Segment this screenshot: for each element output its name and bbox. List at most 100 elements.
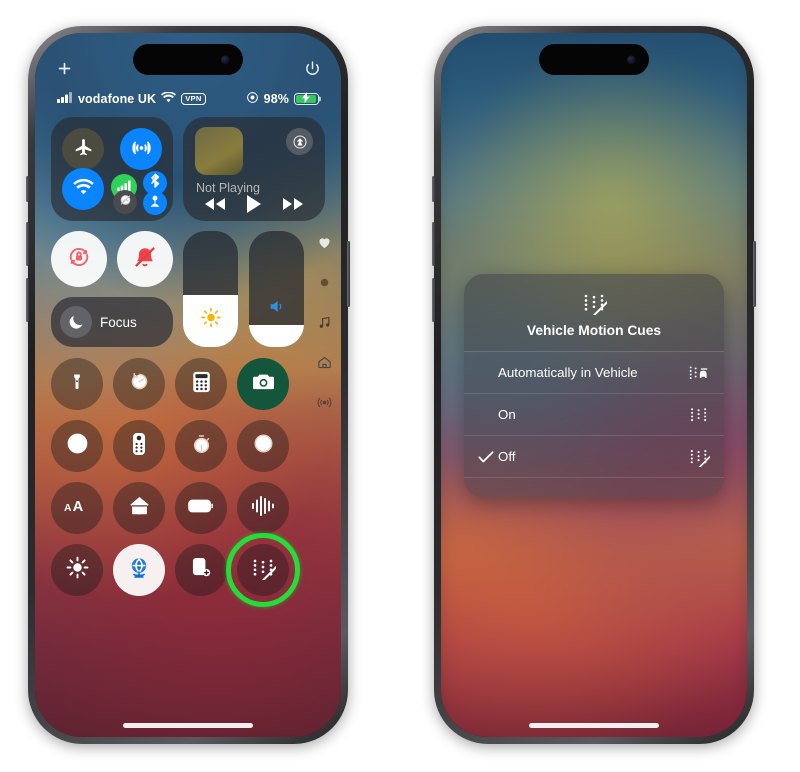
media-playback-module: Not Playing	[183, 117, 325, 221]
popup-option-label: On	[498, 407, 516, 422]
calculator-button[interactable]	[175, 358, 227, 410]
phone-right-screen: Vehicle Motion Cues Automatically in Veh…	[441, 33, 747, 737]
home-icon	[128, 495, 151, 522]
volume-up-button[interactable]	[26, 222, 29, 266]
now-playing-label: Not Playing	[196, 181, 260, 195]
power-side-button[interactable]	[347, 241, 350, 307]
airdrop-toggle[interactable]	[113, 190, 137, 214]
dot-icon[interactable]	[317, 275, 332, 290]
music-note-icon[interactable]	[317, 315, 332, 330]
volume-down-button[interactable]	[432, 278, 435, 322]
add-control-button[interactable]	[51, 55, 77, 81]
connectivity-module	[51, 117, 173, 221]
vehicle-motion-cues-on-icon	[688, 406, 710, 424]
dynamic-island	[539, 44, 649, 75]
low-power-mode-button[interactable]	[175, 482, 227, 534]
popup-option-automatically-in-vehicle[interactable]: Automatically in Vehicle	[464, 352, 724, 394]
airplay-audio-icon[interactable]	[286, 128, 313, 155]
media-transport-controls	[193, 194, 315, 214]
slider-group	[183, 231, 304, 347]
vehicle-motion-cues-popup: Vehicle Motion Cues Automatically in Veh…	[464, 274, 724, 498]
silent-mode-toggle[interactable]	[117, 231, 173, 287]
add-screen-icon	[190, 556, 212, 584]
airplane-mode-toggle[interactable]	[62, 128, 104, 170]
volume-slider[interactable]	[249, 231, 304, 347]
control-center: Not Playing Focus A A	[51, 117, 331, 703]
brightness-icon	[200, 307, 221, 333]
carrier-name: vodafone UK	[78, 92, 157, 106]
flashlight-icon	[67, 372, 87, 397]
screen-record-button[interactable]	[237, 420, 289, 472]
svg-text:A: A	[64, 503, 72, 514]
home-app-button[interactable]	[113, 482, 165, 534]
dark-mode-button[interactable]	[51, 544, 103, 596]
phone-left-screen: vodafone UK VPN 98% Not Playing Focus A …	[35, 33, 341, 737]
screenshot-stage: vodafone UK VPN 98% Not Playing Focus A …	[0, 0, 800, 772]
broadcast-icon[interactable]	[317, 395, 332, 410]
camera-button[interactable]	[237, 358, 289, 410]
vehicle-motion-cues-button[interactable]	[226, 533, 300, 607]
popup-title: Vehicle Motion Cues	[526, 323, 662, 338]
silent-switch[interactable]	[432, 176, 435, 202]
play-button[interactable]	[246, 194, 262, 214]
calculator-icon	[192, 371, 211, 398]
popup-option-off[interactable]: Off	[464, 436, 724, 478]
stopwatch-icon	[191, 433, 212, 460]
rewind-button[interactable]	[203, 196, 227, 212]
camera-icon	[252, 372, 275, 396]
sun-icon	[66, 556, 89, 584]
volume-down-button[interactable]	[26, 278, 29, 322]
brightness-slider[interactable]	[183, 231, 238, 347]
status-bar: vodafone UK VPN 98%	[35, 89, 341, 109]
low-power-battery-icon	[188, 499, 214, 518]
accessibility-icon	[66, 432, 89, 460]
focus-toggle[interactable]: Focus	[51, 297, 173, 347]
personal-hotspot-icon	[148, 194, 162, 213]
personal-hotspot-toggle[interactable]	[143, 191, 167, 215]
waveform-icon	[251, 495, 275, 522]
bluetooth-icon	[149, 173, 161, 193]
control-grid-row	[51, 420, 325, 472]
popup-footer-spacer	[464, 478, 724, 498]
apple-tv-remote-button[interactable]	[113, 420, 165, 472]
vehicle-motion-cues-off-icon	[250, 556, 280, 585]
timer-button[interactable]	[113, 358, 165, 410]
rotation-lock-toggle[interactable]	[51, 231, 107, 287]
accessibility-button[interactable]	[51, 420, 103, 472]
cellular-data-toggle[interactable]	[120, 128, 162, 170]
voice-memos-button[interactable]	[237, 482, 289, 534]
add-widget-button[interactable]	[175, 544, 227, 596]
svg-text:A: A	[73, 499, 84, 515]
focus-label: Focus	[100, 314, 137, 330]
power-off-button[interactable]	[299, 55, 325, 81]
vehicle-motion-cues-off-icon	[688, 447, 710, 467]
text-size-icon: A A	[64, 497, 90, 520]
wifi-icon	[72, 178, 95, 201]
popup-header: Vehicle Motion Cues	[464, 274, 724, 352]
volume-up-button[interactable]	[432, 222, 435, 266]
control-grid-row	[51, 533, 325, 607]
heart-icon[interactable]	[317, 235, 332, 250]
wifi-toggle[interactable]	[62, 168, 104, 210]
vpn-badge: VPN	[181, 93, 206, 105]
power-side-button[interactable]	[753, 241, 756, 307]
checkmark-icon	[474, 450, 498, 464]
text-size-button[interactable]: A A	[51, 482, 103, 534]
home-indicator[interactable]	[123, 723, 253, 728]
home-indicator[interactable]	[529, 723, 659, 728]
rotation-lock-icon	[66, 244, 92, 275]
silent-switch[interactable]	[26, 176, 29, 202]
fast-forward-button[interactable]	[281, 196, 305, 212]
popup-option-on[interactable]: On	[464, 394, 724, 436]
vehicle-motion-cues-auto-icon	[688, 364, 710, 382]
stopwatch-button[interactable]	[175, 420, 227, 472]
control-center-top-row: Not Playing	[51, 117, 325, 221]
flashlight-button[interactable]	[51, 358, 103, 410]
album-artwork-placeholder	[195, 127, 243, 175]
timer-icon	[129, 371, 150, 397]
home-icon[interactable]	[317, 355, 332, 370]
battery-charging-icon	[294, 92, 319, 106]
cellular-signal-icon	[57, 92, 73, 106]
private-relay-button[interactable]	[113, 544, 165, 596]
control-grid: A A	[51, 358, 325, 607]
